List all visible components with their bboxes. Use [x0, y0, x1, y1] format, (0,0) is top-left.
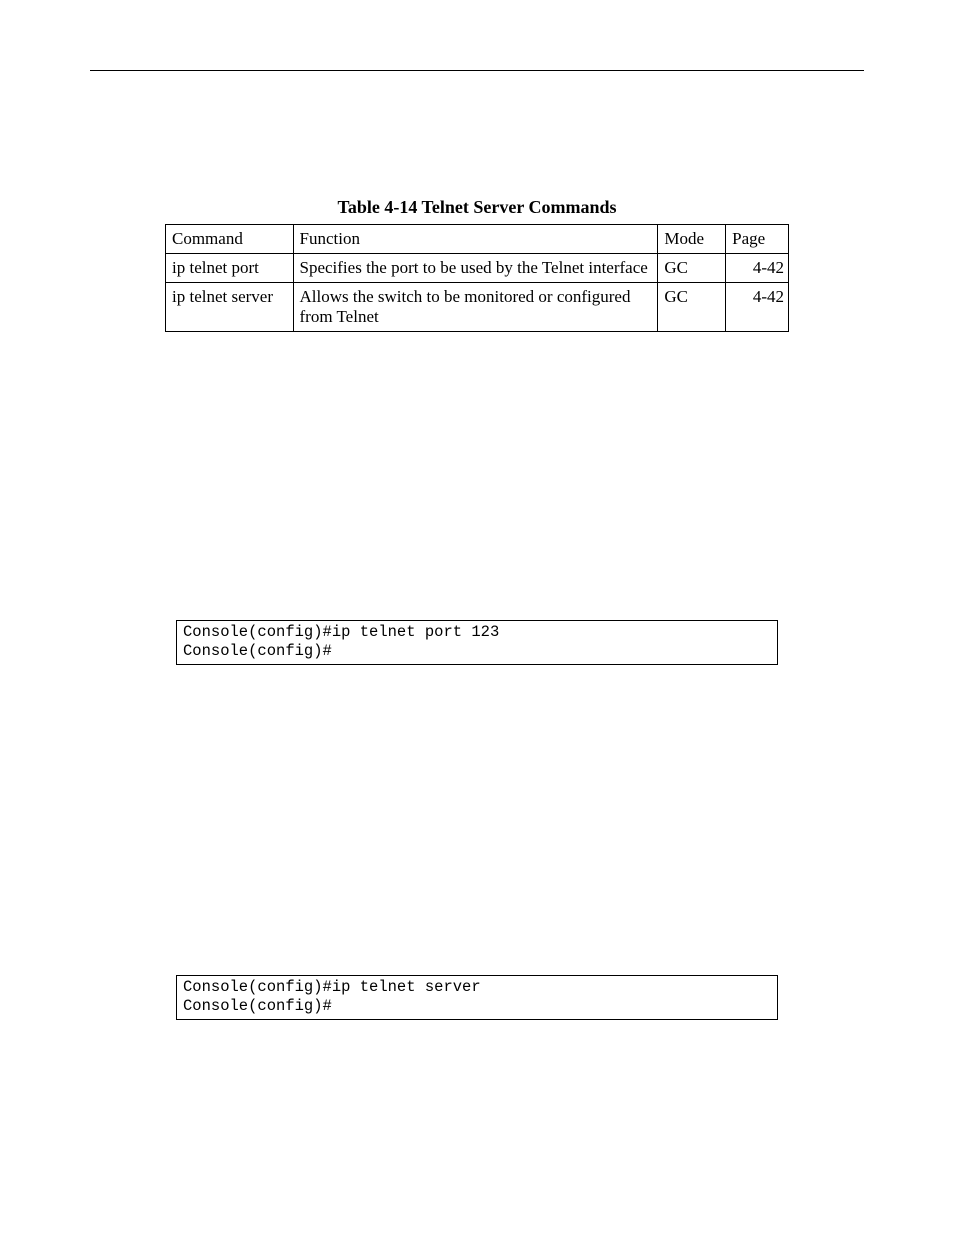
table-header-function: Function	[293, 225, 658, 254]
cell-mode: GC	[658, 283, 726, 332]
cell-function: Allows the switch to be monitored or con…	[293, 283, 658, 332]
table-row: ip telnet server Allows the switch to be…	[166, 283, 789, 332]
cell-page: 4-42	[726, 283, 789, 332]
table-row: ip telnet port Specifies the port to be …	[166, 254, 789, 283]
document-page: Table 4-14 Telnet Server Commands Comman…	[0, 70, 954, 1020]
console-example-2: Console(config)#ip telnet server Console…	[176, 975, 778, 1020]
table-caption: Table 4-14 Telnet Server Commands	[90, 197, 864, 218]
cell-function: Specifies the port to be used by the Tel…	[293, 254, 658, 283]
cell-command: ip telnet server	[166, 283, 294, 332]
header-rule	[90, 70, 864, 71]
cell-command: ip telnet port	[166, 254, 294, 283]
table-header-mode: Mode	[658, 225, 726, 254]
table-wrapper: Command Function Mode Page ip telnet por…	[90, 224, 864, 332]
table-header-command: Command	[166, 225, 294, 254]
cell-page: 4-42	[726, 254, 789, 283]
table-header-page: Page	[726, 225, 789, 254]
commands-table: Command Function Mode Page ip telnet por…	[165, 224, 789, 332]
cell-mode: GC	[658, 254, 726, 283]
console-example-1: Console(config)#ip telnet port 123 Conso…	[176, 620, 778, 665]
